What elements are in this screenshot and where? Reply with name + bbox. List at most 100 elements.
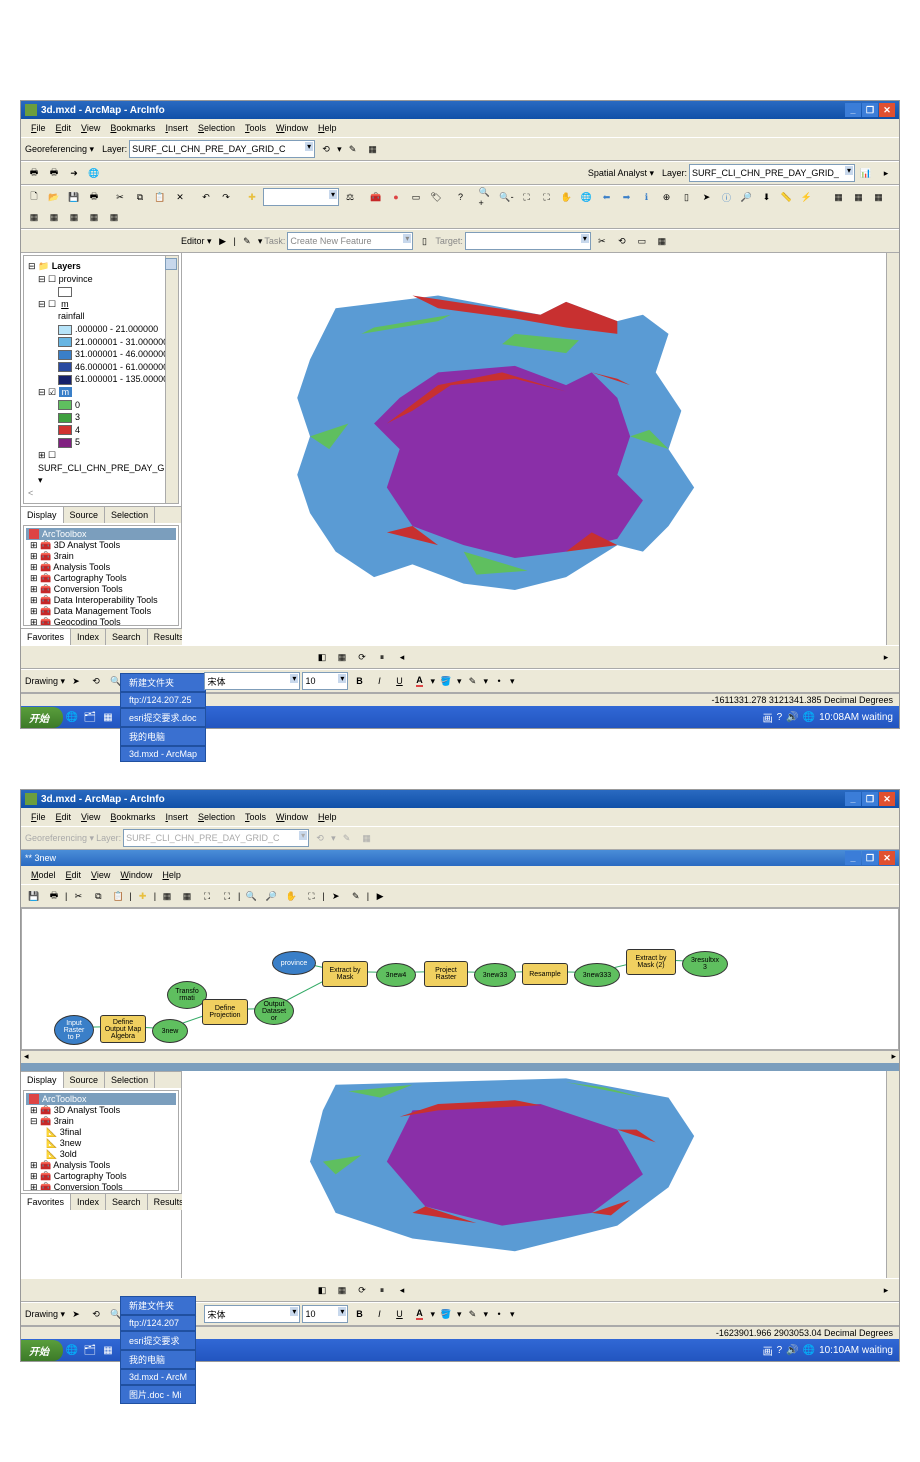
italic-icon[interactable]: I xyxy=(370,1305,388,1323)
open-icon[interactable]: 📂 xyxy=(45,188,63,206)
model-node[interactable]: 3new4 xyxy=(376,963,416,987)
georeferencing-menu[interactable]: Georeferencing ▾ xyxy=(25,833,94,844)
refresh-icon[interactable]: ⟳ xyxy=(353,1281,371,1299)
link-icon[interactable]: ✎ xyxy=(344,140,362,158)
goto-icon[interactable]: ⬇ xyxy=(758,188,776,206)
menu-file[interactable]: File xyxy=(27,121,50,135)
model-node[interactable]: 3new33 xyxy=(474,963,516,987)
rotate2-icon[interactable]: ⟲ xyxy=(87,672,105,690)
tab-display[interactable]: Display xyxy=(21,1072,64,1088)
menu-selection[interactable]: Selection xyxy=(194,121,239,135)
model-close-button[interactable]: ✕ xyxy=(879,851,895,865)
run-icon[interactable]: ▶ xyxy=(371,887,389,905)
model-node[interactable]: 3new xyxy=(152,1019,188,1043)
data-view-icon[interactable]: ◧ xyxy=(313,648,331,666)
menu-window[interactable]: Window xyxy=(116,868,156,882)
rotate-icon[interactable]: ⟲ xyxy=(311,829,329,847)
toolbox-item[interactable]: ⊞ 🧰 3D Analyst Tools xyxy=(26,1105,176,1116)
taskbar-item[interactable]: ftp://124.207 xyxy=(120,1315,196,1331)
ql3-icon[interactable]: ▦ xyxy=(99,1341,117,1359)
paste-icon[interactable]: 📋 xyxy=(109,887,127,905)
toc-tabs[interactable]: DisplaySourceSelection xyxy=(21,1071,181,1088)
toolbox-item[interactable]: ⊞ 🧰 3rain xyxy=(26,551,176,562)
marker-color-icon[interactable]: • xyxy=(490,1305,508,1323)
new-icon[interactable]: 🗋 xyxy=(25,188,43,206)
measure-icon[interactable]: 📏 xyxy=(778,188,796,206)
t1-icon[interactable]: ✂ xyxy=(593,232,611,250)
data-view-icon[interactable]: ◧ xyxy=(313,1281,331,1299)
cut-icon[interactable]: ✂ xyxy=(111,188,129,206)
layout3-icon[interactable]: ▦ xyxy=(870,188,888,206)
zoom-out-icon[interactable]: 🔎 xyxy=(262,887,280,905)
close-button[interactable]: ✕ xyxy=(879,103,895,117)
toolbox-item[interactable]: ⊞ 🧰 Analysis Tools xyxy=(26,1160,176,1171)
pan-icon[interactable]: ✋ xyxy=(558,188,576,206)
xy-icon[interactable]: ⊕ xyxy=(658,188,676,206)
pointer-icon[interactable]: ➤ xyxy=(698,188,716,206)
minimize-button[interactable]: _ xyxy=(845,792,861,806)
model-node[interactable]: Extract byMask (2) xyxy=(626,949,676,975)
taskbar-item[interactable]: ftp://124.207.25 xyxy=(120,692,206,708)
menu-view[interactable]: View xyxy=(87,868,114,882)
pan-icon[interactable]: ✋ xyxy=(282,887,300,905)
rotate-icon[interactable]: ⟲ xyxy=(317,140,335,158)
table-icon[interactable]: ▦ xyxy=(358,829,376,847)
taskbar-item[interactable]: 3d.mxd - ArcMap xyxy=(120,746,206,762)
taskbar-item[interactable]: 新建文件夹 xyxy=(120,673,206,692)
fullext2-icon[interactable]: ⛶ xyxy=(218,887,236,905)
paste-icon[interactable]: 📋 xyxy=(151,188,169,206)
close-button[interactable]: ✕ xyxy=(879,792,895,806)
pointer2-icon[interactable]: ➤ xyxy=(67,1305,85,1323)
connect-icon[interactable]: ✎ xyxy=(347,887,365,905)
t3-icon[interactable]: ▭ xyxy=(633,232,651,250)
menu-window[interactable]: Window xyxy=(272,121,312,135)
menu-bookmarks[interactable]: Bookmarks xyxy=(106,121,159,135)
toolbox-item[interactable]: ⊞ 🧰 Conversion Tools xyxy=(26,1182,176,1191)
layout2-icon[interactable]: ▦ xyxy=(178,887,196,905)
zoom-in-icon[interactable]: 🔍+ xyxy=(478,188,496,206)
underline-icon[interactable]: U xyxy=(390,672,408,690)
taskbar-item[interactable]: 图片.doc - Mi xyxy=(120,1385,196,1404)
model-minimize-button[interactable]: _ xyxy=(845,851,861,865)
fill-color-icon[interactable]: 🪣 xyxy=(437,672,455,690)
minimize-button[interactable]: _ xyxy=(845,103,861,117)
model-node[interactable]: Extract byMask xyxy=(322,961,368,987)
maximize-button[interactable]: ❐ xyxy=(862,792,878,806)
maximize-button[interactable]: ❐ xyxy=(862,103,878,117)
menu-edit[interactable]: Edit xyxy=(62,868,86,882)
model-node[interactable]: Transformati xyxy=(167,981,207,1009)
map-view[interactable] xyxy=(182,253,899,645)
arctoolbox-panel[interactable]: ArcToolbox ⊞ 🧰 3D Analyst Tools⊟ 🧰 3rain… xyxy=(23,1090,179,1191)
layout-view-icon[interactable]: ▦ xyxy=(333,648,351,666)
cut-icon[interactable]: ✂ xyxy=(69,887,87,905)
taskbar-item[interactable]: 3d.mxd - ArcM xyxy=(120,1369,196,1385)
editor-menu[interactable]: Editor ▾ xyxy=(181,236,212,247)
zoom-in-icon[interactable]: 🔍 xyxy=(242,887,260,905)
tab-search[interactable]: Search xyxy=(106,629,148,645)
hscroll-right-icon[interactable]: ▸ xyxy=(877,1281,895,1299)
bold-icon[interactable]: B xyxy=(350,672,368,690)
globe-icon[interactable]: 🌐 xyxy=(85,164,103,182)
forward-icon[interactable]: ➡ xyxy=(618,188,636,206)
start-button[interactable]: 开始 xyxy=(21,1340,63,1361)
tab-favorites[interactable]: Favorites xyxy=(21,1194,71,1210)
menu-view[interactable]: View xyxy=(77,121,104,135)
split-icon[interactable]: ▯ xyxy=(415,232,433,250)
h-icon[interactable]: ◂ xyxy=(393,1281,411,1299)
zoom-out-icon[interactable]: 🔍- xyxy=(498,188,516,206)
ql3-icon[interactable]: ▦ xyxy=(99,708,117,726)
record-icon[interactable]: ● xyxy=(387,188,405,206)
tab-source[interactable]: Source xyxy=(64,1072,106,1088)
t2-icon[interactable]: ⟲ xyxy=(613,232,631,250)
ql1-icon[interactable]: 🌐 xyxy=(63,708,81,726)
rotate2-icon[interactable]: ⟲ xyxy=(87,1305,105,1323)
pause-icon[interactable]: ⏸ xyxy=(373,1281,391,1299)
model-node[interactable]: DefineProjection xyxy=(202,999,248,1025)
tab-index[interactable]: Index xyxy=(71,629,106,645)
menu-view[interactable]: View xyxy=(77,810,104,824)
layout5-icon[interactable]: ▦ xyxy=(45,208,63,226)
table-of-contents[interactable]: ⊟ 📁 Layers ⊟ ☐ province ⊟ ☐ m rainfall .… xyxy=(23,255,179,504)
model-hscrollbar[interactable]: ◂▸ xyxy=(21,1050,899,1063)
toolbox-item[interactable]: ⊞ 🧰 Analysis Tools xyxy=(26,562,176,573)
menu-model[interactable]: Model xyxy=(27,868,60,882)
